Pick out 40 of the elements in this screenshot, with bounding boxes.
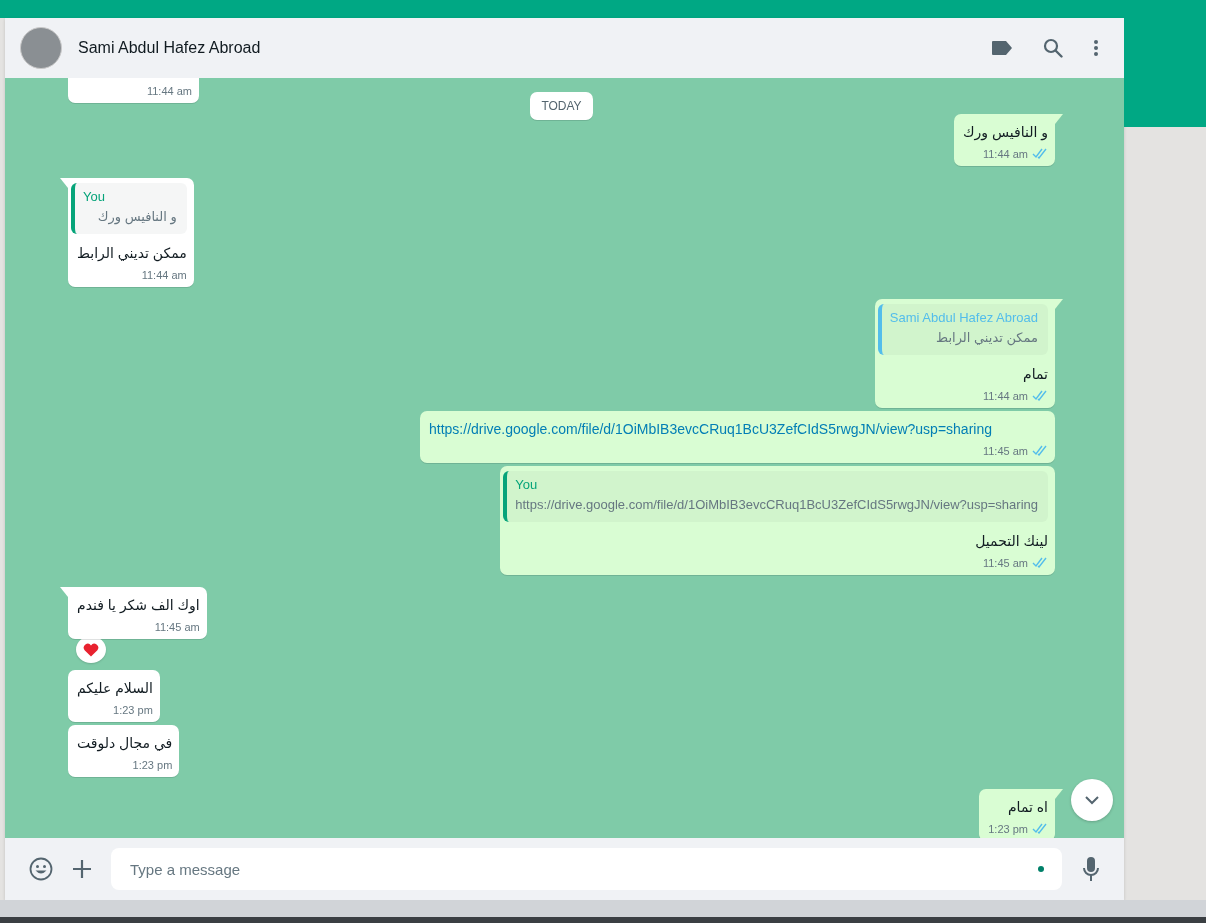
- search-icon[interactable]: [1043, 38, 1063, 58]
- message-time: 11:45 am: [982, 444, 1028, 457]
- message-field[interactable]: Type a message: [111, 848, 1062, 890]
- microphone-icon[interactable]: [1082, 856, 1100, 882]
- heart-icon: [83, 642, 99, 657]
- quoted-message[interactable]: You https://drive.google.com/file/d/1OiMbIB3evcCRuq1BcU3ZefCIdS5rwgJN/view?usp=sharing: [503, 471, 1048, 522]
- message-input[interactable]: Type a message: [128, 859, 1038, 879]
- message-text: ممكن تديني الرابط: [77, 244, 187, 264]
- menu-icon[interactable]: [1093, 39, 1099, 57]
- message-text: في مجال دلوقت: [77, 734, 173, 754]
- quote-author: Sami Abdul Hafez Abroad: [889, 309, 1038, 327]
- message-text: لينك التحميل: [974, 532, 1048, 551]
- message-time: 1:23 pm: [132, 758, 173, 771]
- date-label: TODAY: [530, 92, 593, 120]
- message-time: 1:23 pm: [113, 703, 153, 716]
- label-icon[interactable]: [991, 40, 1013, 56]
- quote-author: You: [83, 188, 106, 206]
- plus-icon[interactable]: [72, 859, 92, 879]
- quote-text: و النافيس ورك: [96, 208, 177, 227]
- message-text: و النافيس ورك: [963, 123, 1048, 143]
- message-time: 11:44 am: [982, 389, 1028, 402]
- message-text: اوك الف شكر يا فندم: [77, 596, 200, 616]
- contact-name[interactable]: Sami Abdul Hafez Abroad: [78, 39, 991, 57]
- message-time: 1:23 pm: [988, 822, 1028, 835]
- message-text: اه تمام: [1006, 798, 1048, 817]
- quote-text: https://drive.google.com/file/d/1OiMbIB3evcCRuq1BcU3ZefCIdS5rwgJN/view?usp=sharing: [515, 496, 1038, 514]
- message-time: 11:44 am: [146, 84, 192, 97]
- message-time: 11:45 am: [982, 556, 1028, 569]
- quote-text: ممكن تديني الرابط: [935, 329, 1038, 348]
- message-time: 11:44 am: [141, 268, 187, 281]
- message-text: تمام: [1022, 365, 1048, 384]
- avatar-placeholder[interactable]: [20, 27, 62, 69]
- message-text: السلام عليكم: [77, 679, 153, 699]
- message-link[interactable]: https://drive.google.com/file/d/1OiMbIB3evcCRuq1BcU3ZefCIdS5rwgJN/view?usp=sharing: [429, 416, 1048, 440]
- emoji-icon[interactable]: [29, 857, 53, 881]
- message-time: 11:44 am: [982, 147, 1028, 160]
- quote-author: You: [515, 476, 539, 494]
- message-time: 11:45 am: [154, 620, 200, 633]
- status-dot: [1038, 866, 1044, 872]
- chevron-down-icon: [1084, 795, 1100, 805]
